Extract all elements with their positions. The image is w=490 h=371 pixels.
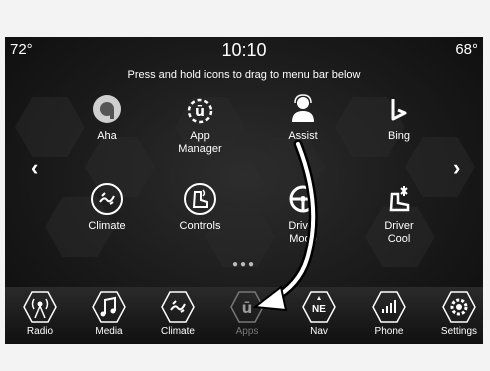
radio-icon [23,291,57,323]
app-label: Driver Mode [288,220,318,245]
app-aha[interactable]: Aha [67,92,147,143]
climate-icon [161,291,195,323]
previous-page-button[interactable]: ‹ [31,155,38,181]
menubar-radio[interactable]: Radio [10,290,70,337]
menubar-media[interactable]: Media [79,290,139,337]
menubar-label: Settings [440,326,478,337]
app-label: Aha [97,130,117,142]
clock: 10:10 [221,40,267,60]
image-frame: 72° 10:10 68° Press and hold icons to dr… [0,0,490,371]
infotainment-screen: 72° 10:10 68° Press and hold icons to dr… [5,37,483,344]
app-controls[interactable]: Controls [160,182,240,233]
app-label: Climate [88,220,126,232]
app-label: App Manager [178,130,222,155]
driver-cool-icon [389,186,410,212]
menubar-phone[interactable]: Phone [359,290,419,337]
apps-icon: ū [230,291,264,323]
climate-icon [91,183,123,215]
menubar-label: Apps [235,326,259,337]
app-driver-cool[interactable]: Driver Cool [359,182,439,246]
nav-icon: NE [302,291,336,323]
menubar-settings[interactable]: Settings [429,290,483,337]
app-label: Assist [288,130,318,142]
temperature-right[interactable]: 68° [455,41,478,58]
menubar-label: Radio [26,326,54,337]
app-label: Driver Cool [384,220,414,245]
menubar-apps[interactable]: ū Apps [217,290,277,337]
controls-icon [184,183,216,215]
menubar-label: Nav [310,326,328,337]
menu-bar: Radio Media Climate ū Apps NE Nav Phone … [5,287,483,344]
next-page-button[interactable]: › [453,155,460,181]
app-app-manager[interactable]: ū App Manager [160,92,240,156]
app-assist[interactable]: Assist [263,92,343,143]
bing-icon [391,99,407,121]
aha-icon [93,95,121,123]
menubar-label: Phone [374,326,404,337]
menubar-label: Media [95,326,123,337]
instruction-text: Press and hold icons to drag to menu bar… [127,69,361,81]
app-bing[interactable]: Bing [359,92,439,143]
compass-heading: NE [312,304,326,315]
driver-mode-icon [289,185,317,213]
app-driver-mode[interactable]: Driver Mode [263,182,343,246]
app-climate[interactable]: Climate [67,182,147,233]
settings-icon [442,291,476,323]
assist-icon [292,94,314,122]
page-indicator: ●●● [231,259,257,270]
menubar-climate[interactable]: Climate [148,290,208,337]
menubar-label: Climate [161,326,195,337]
app-manager-icon: ū [187,98,213,124]
svg-text:ū: ū [195,104,205,120]
media-icon [92,291,126,323]
svg-text:ū: ū [242,299,253,317]
app-label: Controls [179,220,221,232]
app-label: Bing [387,130,411,142]
menubar-nav[interactable]: NE Nav [289,290,349,337]
phone-icon [372,291,406,323]
